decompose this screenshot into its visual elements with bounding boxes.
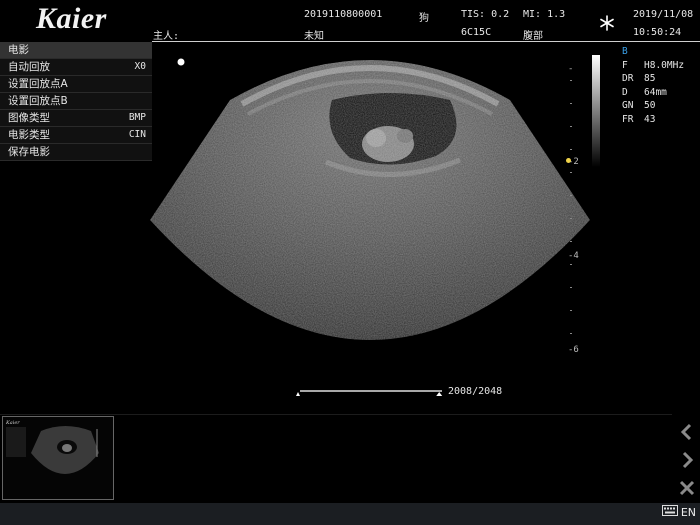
brand-logo: Kaier xyxy=(36,2,107,35)
cine-current-marker xyxy=(436,392,443,396)
patient-id: 2019110800001 xyxy=(304,9,383,20)
status-bar xyxy=(0,503,700,525)
menu-item-image-type[interactable]: 图像类型 BMP xyxy=(0,110,152,127)
svg-text:Kaier: Kaier xyxy=(5,420,20,426)
snowflake-icon xyxy=(598,14,616,35)
thumbnail-item[interactable]: Kaier xyxy=(2,416,114,500)
cine-start-marker xyxy=(296,392,300,396)
keyboard-icon xyxy=(661,505,678,519)
chevron-left-icon[interactable] xyxy=(676,421,698,443)
parameter-panel: B F H8.0MHz DR 85 D 64mm GN 50 FR 43 xyxy=(622,45,684,126)
menu-item-set-point-b[interactable]: 设置回放点B xyxy=(0,93,152,110)
imaging-mode: B xyxy=(622,46,628,57)
tis-index: TIS: 0.2 xyxy=(461,9,510,20)
param-frequency: F H8.0MHz xyxy=(622,59,685,71)
cine-menu: 电影 自动回放 X0 设置回放点A 设置回放点B 图像类型 BMP 电影类型 CIN … xyxy=(0,42,152,161)
menu-item-cine-type[interactable]: 电影类型 CIN xyxy=(0,127,152,144)
cine-menu-title: 电影 xyxy=(0,42,152,59)
param-gain: GN 50 xyxy=(622,100,656,111)
language-indicator[interactable]: EN xyxy=(661,505,696,519)
param-frame-rate: FR 43 xyxy=(622,113,656,125)
mi-index: MI: 1.3 xyxy=(523,9,566,20)
grayscale-bar xyxy=(592,55,600,167)
language-label: EN xyxy=(680,505,696,519)
menu-item-set-point-a[interactable]: 设置回放点A xyxy=(0,76,152,93)
chevron-right-icon[interactable] xyxy=(676,449,698,471)
exam-time: 10:50:24 xyxy=(633,27,682,38)
menu-item-auto-play[interactable]: 自动回放 X0 xyxy=(0,59,152,76)
param-depth: D 64mm xyxy=(622,86,667,98)
species: 狗 xyxy=(419,13,429,24)
cine-progress-bar[interactable] xyxy=(296,385,446,399)
auto-play-speed: X0 xyxy=(134,61,146,72)
image-type-value: BMP xyxy=(128,112,146,123)
ultrasound-image[interactable] xyxy=(150,40,590,380)
frame-counter: 2008/2048 xyxy=(448,386,503,397)
probe-model: 6C15C xyxy=(461,27,492,38)
depth-tick-0: - xyxy=(568,64,574,74)
param-dynamic-range: DR 85 xyxy=(622,73,656,84)
exam-date: 2019/11/08 xyxy=(633,9,694,20)
depth-minor-ticks xyxy=(570,80,572,350)
close-icon[interactable] xyxy=(676,477,698,499)
cine-type-value: CIN xyxy=(128,129,146,140)
menu-item-save-cine[interactable]: 保存电影 xyxy=(0,144,152,161)
